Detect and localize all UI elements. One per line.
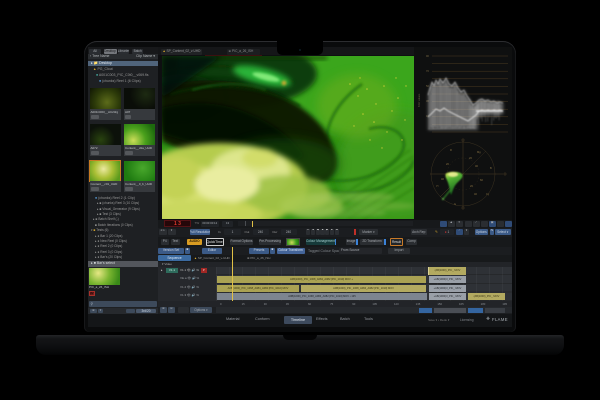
svg-text:40: 40: [475, 164, 478, 168]
svg-text:40: 40: [474, 192, 477, 196]
svg-text:20: 20: [446, 162, 449, 166]
svg-text:40: 40: [441, 177, 444, 181]
svg-text:60: 60: [480, 178, 483, 182]
svg-text:Yl: Yl: [436, 184, 439, 188]
svg-text:Mg: Mg: [477, 150, 481, 154]
svg-text:90: 90: [426, 54, 429, 58]
svg-text:70: 70: [426, 69, 429, 73]
svg-text:50: 50: [426, 84, 429, 88]
svg-text:G: G: [454, 202, 456, 206]
svg-text:R: R: [450, 148, 452, 152]
svg-text:20: 20: [470, 184, 473, 188]
svg-text:B: B: [490, 166, 492, 170]
svg-text:8-bit values: 8-bit values: [417, 93, 421, 107]
svg-text:20: 20: [469, 156, 472, 160]
